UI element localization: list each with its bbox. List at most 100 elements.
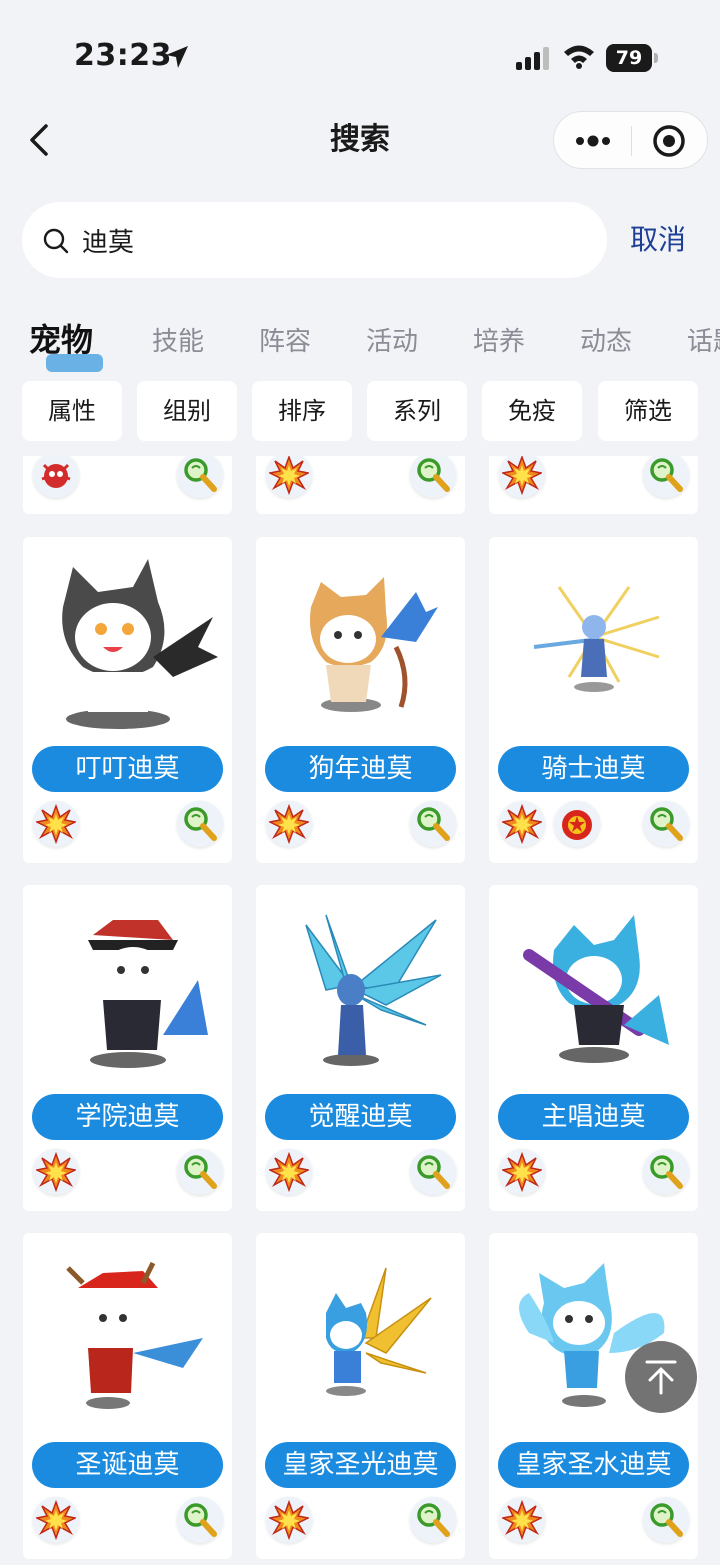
pet-card-partial[interactable] xyxy=(23,456,232,514)
filter-immunity[interactable]: 免疫 xyxy=(482,381,582,441)
pet-card[interactable]: 圣诞迪莫 xyxy=(23,1233,232,1559)
extra-attribute-badge xyxy=(554,801,600,847)
filter-series[interactable]: 系列 xyxy=(367,381,467,441)
search-box[interactable] xyxy=(22,202,607,278)
pet-artwork xyxy=(66,1261,203,1409)
detail-badge[interactable] xyxy=(410,801,456,847)
attribute-badge xyxy=(499,801,545,847)
tab-feed[interactable]: 动态 xyxy=(580,322,632,362)
scroll-to-top-button[interactable] xyxy=(625,1341,697,1413)
attribute-badge xyxy=(33,801,79,847)
magnifier-icon xyxy=(413,1152,453,1192)
detail-badge[interactable] xyxy=(177,456,223,498)
detail-badge[interactable] xyxy=(410,1497,456,1543)
detail-badge[interactable] xyxy=(643,801,689,847)
detail-badge[interactable] xyxy=(643,456,689,498)
tab-events[interactable]: 活动 xyxy=(366,322,418,362)
filter-sort[interactable]: 排序 xyxy=(252,381,352,441)
battery-level: 79 xyxy=(606,44,652,72)
pet-card[interactable]: 觉醒迪莫 xyxy=(256,885,465,1211)
wifi-icon xyxy=(564,45,594,69)
battery-indicator: 79 xyxy=(606,44,658,72)
search-input[interactable] xyxy=(82,202,582,278)
attribute-badge xyxy=(33,1149,79,1195)
pet-card[interactable]: 学院迪莫 xyxy=(23,885,232,1211)
explosion-icon xyxy=(36,1501,76,1539)
detail-badge[interactable] xyxy=(643,1149,689,1195)
detail-badge[interactable] xyxy=(643,1497,689,1543)
attribute-badge xyxy=(266,801,312,847)
pet-name[interactable]: 觉醒迪莫 xyxy=(265,1094,456,1140)
explosion-icon xyxy=(269,1153,309,1191)
capsule-divider xyxy=(631,126,632,156)
filter-screen[interactable]: 筛选 xyxy=(598,381,698,441)
pet-card[interactable]: 主唱迪莫 xyxy=(489,885,698,1211)
cellular-signal-icon xyxy=(516,47,549,70)
pet-card[interactable]: 皇家圣光迪莫 xyxy=(256,1233,465,1559)
detail-badge[interactable] xyxy=(410,1149,456,1195)
pet-artwork xyxy=(62,559,218,729)
close-miniprogram-icon[interactable] xyxy=(652,124,686,158)
category-tabs: 宠物 技能 阵容 活动 培养 动态 话题 xyxy=(0,318,720,378)
pet-name[interactable]: 主唱迪莫 xyxy=(498,1094,689,1140)
attribute-badge xyxy=(499,456,545,498)
explosion-icon xyxy=(502,1501,542,1539)
explosion-icon xyxy=(36,1153,76,1191)
explosion-icon xyxy=(269,456,309,494)
miniprogram-capsule xyxy=(553,111,708,169)
pet-card[interactable]: 叮叮迪莫 xyxy=(23,537,232,863)
pet-artwork xyxy=(523,915,669,1063)
pet-artwork xyxy=(88,920,208,1068)
magnifier-icon xyxy=(180,804,220,844)
explosion-icon xyxy=(502,805,542,843)
pet-card[interactable]: 狗年迪莫 xyxy=(256,537,465,863)
status-time: 23:23 xyxy=(74,38,172,73)
battery-tip xyxy=(654,53,658,63)
magnifier-icon xyxy=(413,1500,453,1540)
magnifier-icon xyxy=(413,804,453,844)
detail-badge[interactable] xyxy=(410,456,456,498)
tab-lineup[interactable]: 阵容 xyxy=(259,322,311,362)
pet-name[interactable]: 学院迪莫 xyxy=(32,1094,223,1140)
pet-name[interactable]: 圣诞迪莫 xyxy=(32,1442,223,1488)
pet-name[interactable]: 皇家圣光迪莫 xyxy=(265,1442,456,1488)
pet-artwork xyxy=(326,1267,432,1396)
fire-orb-icon xyxy=(562,810,592,840)
detail-badge[interactable] xyxy=(177,801,223,847)
pet-name[interactable]: 皇家圣水迪莫 xyxy=(498,1442,689,1488)
status-bar: 23:23 79 xyxy=(0,0,720,110)
explosion-icon xyxy=(502,456,542,494)
detail-badge[interactable] xyxy=(177,1497,223,1543)
attribute-badge xyxy=(499,1497,545,1543)
tab-skills[interactable]: 技能 xyxy=(152,322,204,362)
active-tab-indicator xyxy=(46,354,103,372)
more-dots-icon[interactable] xyxy=(574,130,612,152)
pet-artwork xyxy=(305,914,442,1066)
magnifier-icon xyxy=(180,1500,220,1540)
pet-name[interactable]: 狗年迪莫 xyxy=(265,746,456,792)
attribute-badge xyxy=(266,1497,312,1543)
tab-topics[interactable]: 话题 xyxy=(687,322,720,362)
detail-badge[interactable] xyxy=(177,1149,223,1195)
cancel-button[interactable]: 取消 xyxy=(630,220,686,260)
magnifier-icon xyxy=(180,1152,220,1192)
filter-attribute[interactable]: 属性 xyxy=(22,381,122,441)
magnifier-icon xyxy=(646,1152,686,1192)
demon-attribute-icon xyxy=(40,462,72,490)
magnifier-icon xyxy=(413,456,453,495)
pet-card-partial[interactable] xyxy=(256,456,465,514)
attribute-badge xyxy=(266,456,312,498)
pet-artwork xyxy=(533,586,660,692)
magnifier-icon xyxy=(646,1500,686,1540)
search-icon xyxy=(43,228,69,254)
pet-name[interactable]: 叮叮迪莫 xyxy=(32,746,223,792)
explosion-icon xyxy=(502,1153,542,1191)
filter-group[interactable]: 组别 xyxy=(137,381,237,441)
explosion-icon xyxy=(269,805,309,843)
pet-name[interactable]: 骑士迪莫 xyxy=(498,746,689,792)
tab-training[interactable]: 培养 xyxy=(473,322,525,362)
pet-artwork xyxy=(310,577,438,712)
pet-card[interactable]: 骑士迪莫 xyxy=(489,537,698,863)
attribute-badge xyxy=(33,456,79,498)
pet-card-partial[interactable] xyxy=(489,456,698,514)
